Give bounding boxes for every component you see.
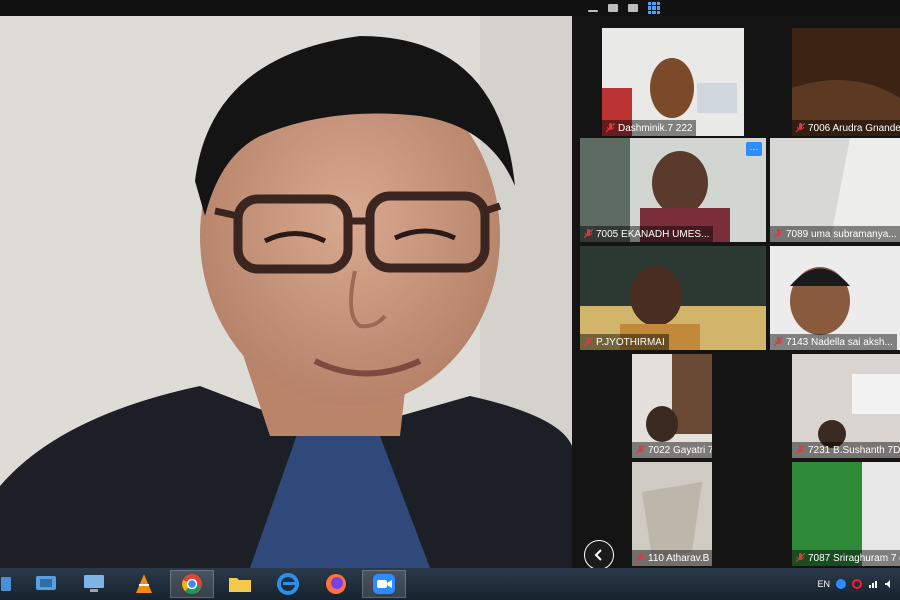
system-tray: EN [817, 568, 900, 600]
muted-mic-icon [796, 445, 805, 455]
muted-mic-icon [774, 337, 783, 347]
participant-name-label: 7089 uma subramanya... [770, 226, 900, 242]
chrome-icon[interactable] [170, 570, 214, 598]
muted-mic-icon [774, 229, 783, 239]
muted-mic-icon [584, 337, 593, 347]
zoom-icon[interactable] [362, 570, 406, 598]
internet-explorer-icon[interactable] [266, 570, 310, 598]
participant-name-label: 7006 Arudra Gnandee... [792, 120, 900, 136]
muted-mic-icon [606, 123, 615, 133]
view-controls [588, 0, 660, 16]
chevron-left-icon [594, 549, 602, 561]
participant-tile[interactable]: 7143 Nadella sai aksh... [770, 246, 900, 350]
zoom-tray-icon[interactable] [836, 579, 846, 589]
muted-mic-icon [636, 445, 645, 455]
windows-taskbar: EN [0, 568, 900, 600]
top-bar [0, 0, 900, 16]
speaker-image [0, 16, 572, 568]
file-explorer-icon[interactable] [0, 570, 14, 598]
participant-tile[interactable]: 7006 Arudra Gnandee... [792, 28, 900, 136]
participant-name-label: 7022 Gayatri 7th F [632, 442, 712, 458]
grid-icon[interactable] [648, 2, 660, 14]
participant-tile[interactable]: 7022 Gayatri 7th F [632, 354, 712, 458]
minimize-icon[interactable] [588, 10, 598, 12]
previous-page-button[interactable] [584, 540, 614, 570]
computer-icon[interactable] [72, 570, 116, 598]
control-panel-icon[interactable] [24, 570, 68, 598]
language-indicator[interactable]: EN [817, 579, 830, 589]
participant-name-label: P.JYOTHIRMAI [580, 334, 669, 350]
firefox-icon[interactable] [314, 570, 358, 598]
participant-name-label: 7005 EKANADH UMES... [580, 226, 714, 242]
folder-icon[interactable] [218, 570, 262, 598]
participant-tile[interactable]: 7087 Sriraghuram 7 d [792, 462, 900, 566]
participant-name-label: 7143 Nadella sai aksh... [770, 334, 897, 350]
participant-name-label: 7231 B.Sushanth 7D [792, 442, 900, 458]
muted-mic-icon [796, 553, 805, 563]
network-icon[interactable] [868, 579, 878, 589]
participant-name-label: Dashminik.7 222 [602, 120, 697, 136]
participant-tile[interactable]: Dashminik.7 222 [602, 28, 744, 136]
restore-icon[interactable] [608, 4, 618, 12]
speaker-view-icon[interactable] [628, 4, 638, 12]
participant-tile[interactable]: P.JYOTHIRMAI [580, 246, 766, 350]
participant-tile[interactable]: ··· 7005 EKANADH UMES... [580, 138, 766, 242]
muted-mic-icon [796, 123, 805, 133]
muted-mic-icon [636, 553, 645, 563]
active-speaker-video [0, 16, 572, 568]
participant-name-label: 7087 Sriraghuram 7 d [792, 550, 900, 566]
vlc-icon[interactable] [122, 570, 166, 598]
more-options-button[interactable]: ··· [746, 142, 762, 156]
participant-gallery: Dashminik.7 222 7006 Arudra Gnandee... ·… [572, 16, 900, 568]
participant-tile[interactable]: 110 Atharav.B 7C [632, 462, 712, 566]
participant-tile[interactable]: 7089 uma subramanya... [770, 138, 900, 242]
participant-name-label: 110 Atharav.B 7C [632, 550, 712, 566]
participant-tile[interactable]: 7231 B.Sushanth 7D [792, 354, 900, 458]
volume-icon[interactable] [884, 579, 894, 589]
muted-mic-icon [584, 229, 593, 239]
opera-tray-icon[interactable] [852, 579, 862, 589]
